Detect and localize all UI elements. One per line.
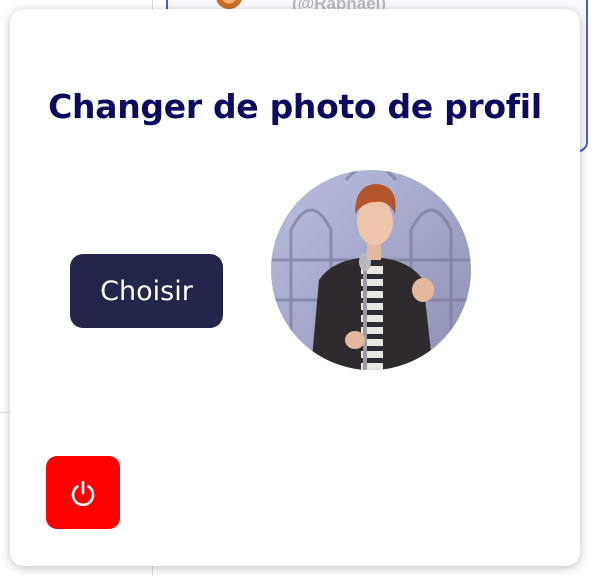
- choose-photo-button[interactable]: Choisir: [70, 254, 223, 328]
- power-icon: [71, 480, 95, 506]
- power-button[interactable]: [46, 456, 120, 529]
- modal-title: Changer de photo de profil: [48, 87, 542, 126]
- profile-photo-image: [271, 170, 471, 370]
- profile-photo-preview: [271, 170, 471, 370]
- change-profile-photo-modal: Changer de photo de profil Choisir: [10, 9, 580, 566]
